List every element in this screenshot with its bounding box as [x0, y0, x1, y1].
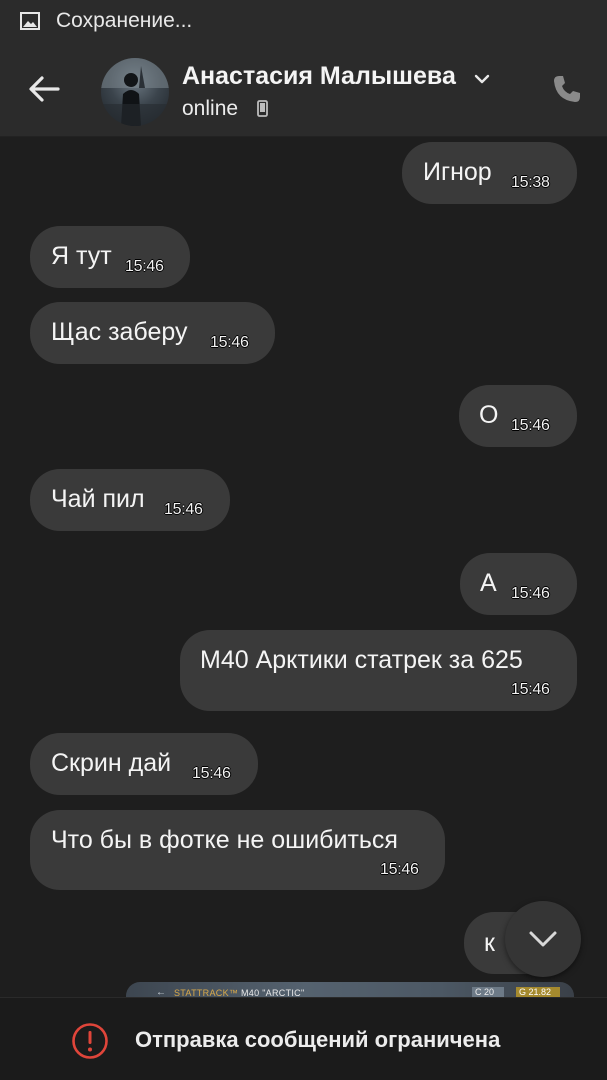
message-time: 15:46: [511, 417, 550, 434]
message-text: Чай пил: [51, 485, 145, 513]
message-time: 15:46: [164, 501, 203, 518]
chat-screen: Сохранение... Анастасия Малышева online: [0, 0, 607, 1080]
message-outgoing[interactable]: Игнор 15:38: [402, 142, 577, 204]
message-outgoing[interactable]: О 15:46: [459, 385, 577, 447]
avatar-image: [101, 58, 169, 126]
restricted-text: Отправка сообщений ограничена: [135, 1027, 501, 1052]
message-outgoing[interactable]: А 15:46: [460, 553, 577, 615]
phone-icon[interactable]: [550, 72, 584, 106]
message-text: Что бы в фотке не ошибиться: [51, 826, 398, 854]
message-time: 15:46: [125, 258, 164, 275]
message-time: 15:38: [511, 174, 550, 191]
arrow-left-icon[interactable]: [24, 69, 64, 109]
status-bar: Сохранение...: [0, 0, 607, 42]
avatar[interactable]: [101, 58, 169, 126]
contact-name[interactable]: Анастасия Малышева: [182, 62, 456, 91]
chat-header: Анастасия Малышева online: [0, 42, 607, 137]
contact-status: online: [182, 97, 239, 120]
message-incoming[interactable]: Я тут 15:46: [30, 226, 190, 288]
message-text: О: [479, 401, 499, 429]
message-text: к: [484, 929, 495, 957]
message-time: 15:46: [511, 681, 550, 698]
message-text: А: [480, 569, 497, 597]
message-text: Щас заберу: [51, 318, 188, 346]
message-text: М40 Арктики статрек за 625: [200, 646, 523, 674]
chevron-down-icon[interactable]: [472, 69, 492, 89]
mobile-device-icon: [257, 100, 268, 117]
chevron-down-icon: [529, 931, 557, 947]
message-incoming[interactable]: Щас заберу 15:46: [30, 302, 275, 364]
message-time: 15:46: [511, 585, 550, 602]
message-text: Я тут: [51, 242, 112, 270]
message-time: 15:46: [380, 861, 419, 878]
image-icon: [20, 12, 40, 30]
message-time: 15:46: [192, 765, 231, 782]
message-incoming[interactable]: Что бы в фотке не ошибиться 15:46: [30, 810, 445, 890]
message-text: Скрин дай: [51, 749, 172, 777]
status-text: Сохранение...: [56, 9, 193, 32]
messaging-restricted-bar: Отправка сообщений ограничена: [0, 997, 607, 1080]
scroll-down-button[interactable]: [505, 901, 581, 977]
message-incoming[interactable]: Скрин дай 15:46: [30, 733, 258, 795]
message-text: Игнор: [423, 158, 492, 186]
message-time: 15:46: [210, 334, 249, 351]
exclamation-circle-icon: [72, 1023, 108, 1059]
message-incoming[interactable]: Чай пил 15:46: [30, 469, 230, 531]
message-outgoing[interactable]: М40 Арктики статрек за 625 15:46: [180, 630, 577, 711]
